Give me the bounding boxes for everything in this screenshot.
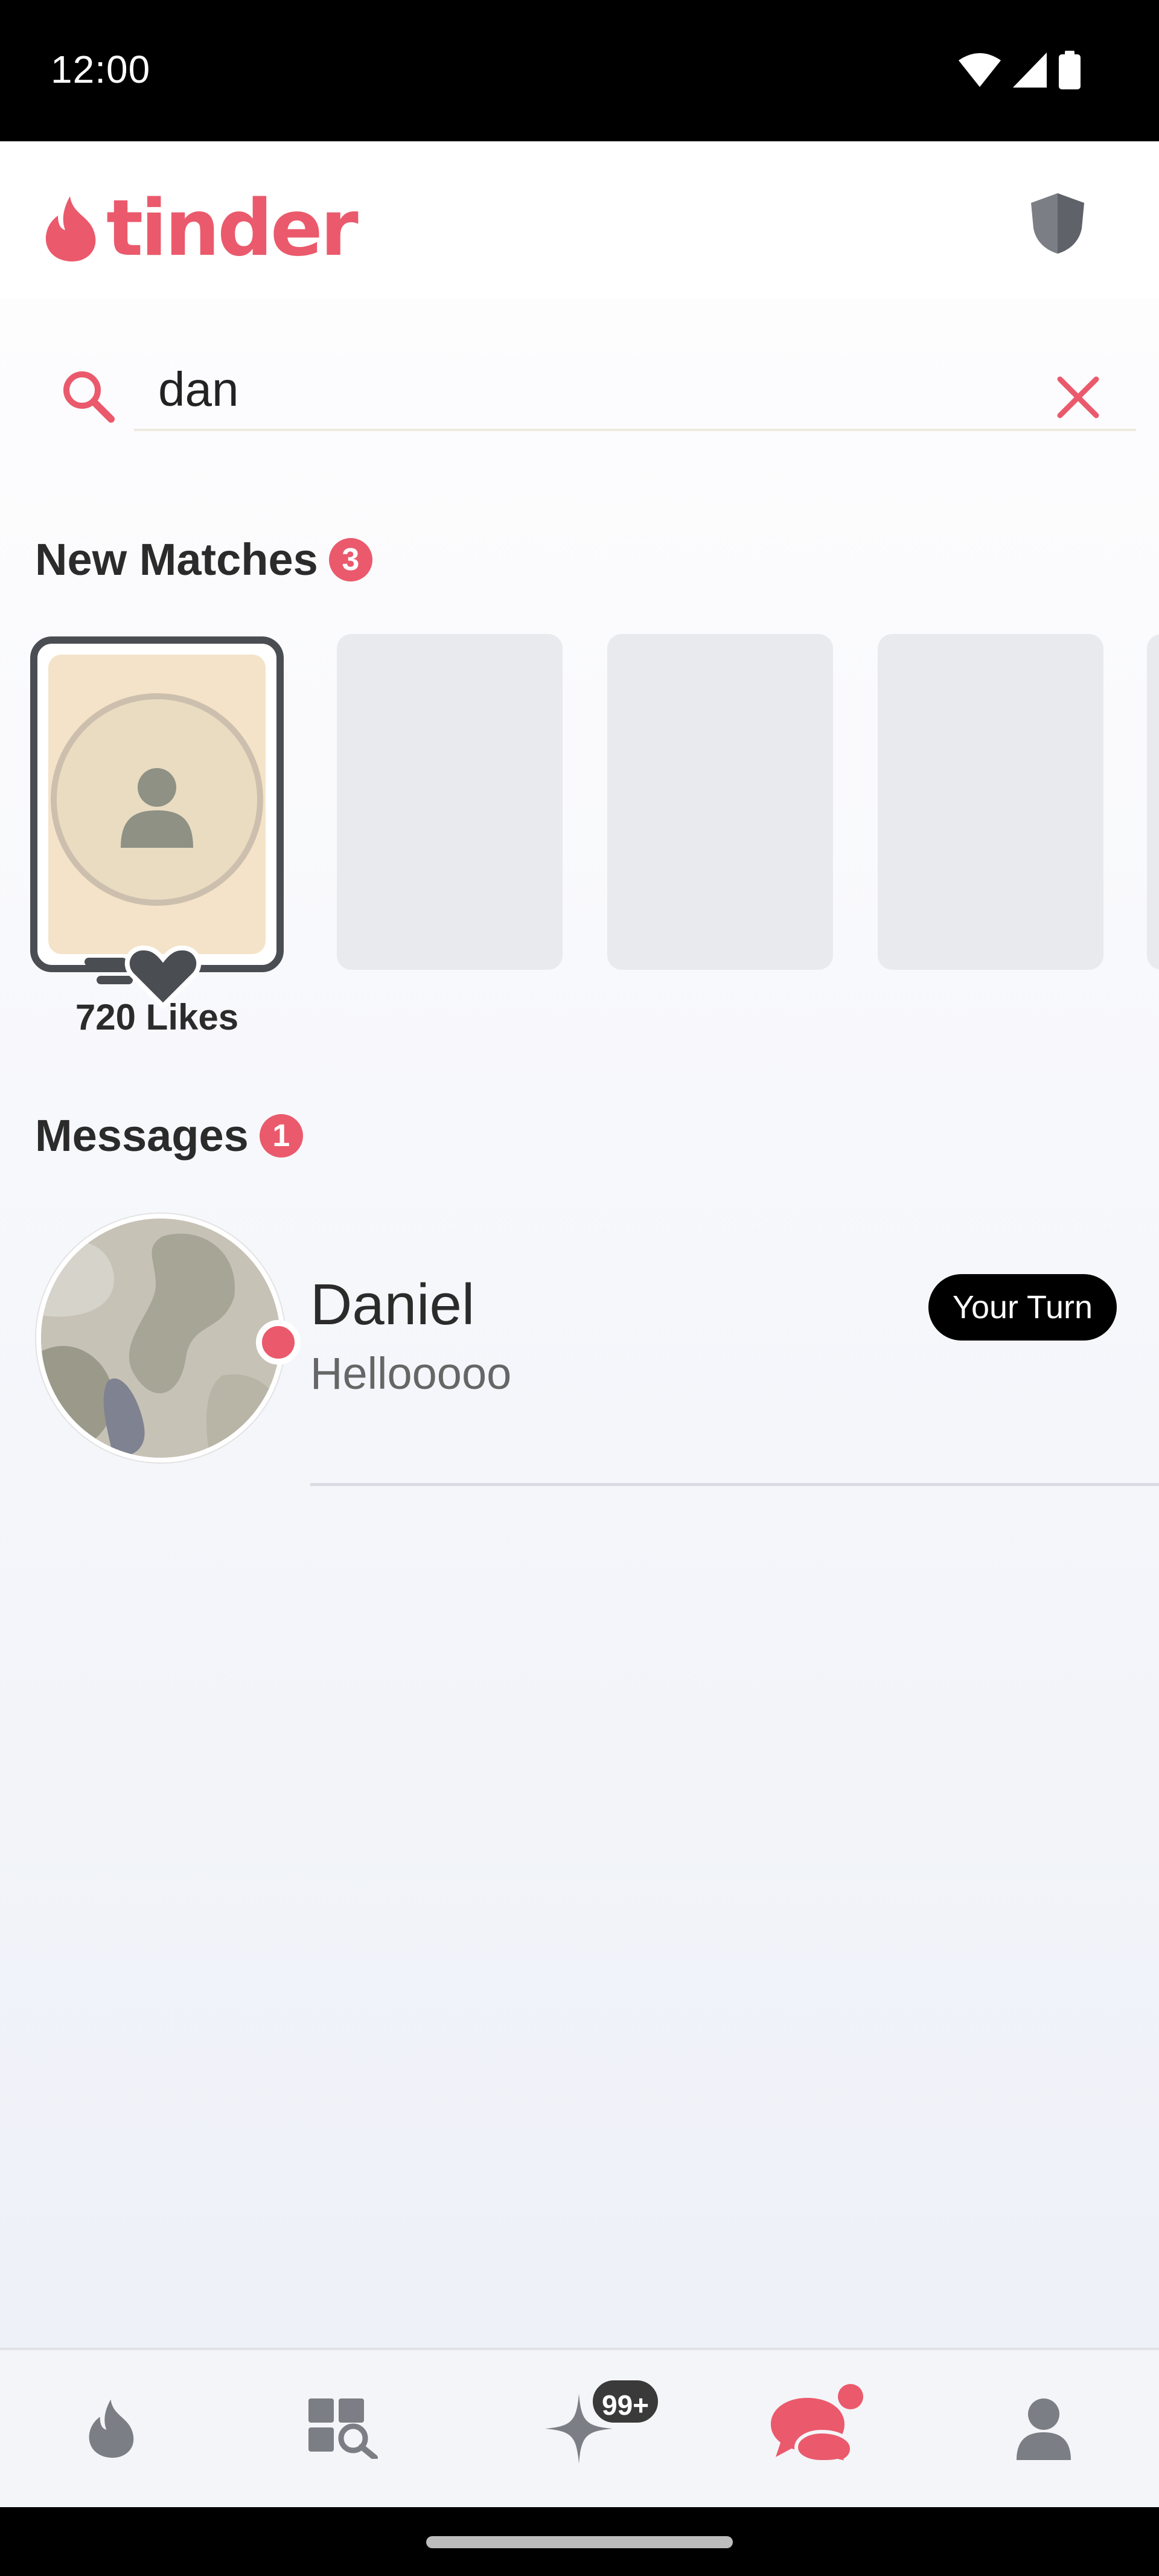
match-card-placeholder[interactable] (337, 634, 563, 970)
new-matches-heading: New Matches 3 (35, 534, 372, 585)
match-card-placeholder[interactable] (1147, 634, 1159, 970)
status-bar: 12:00 (0, 0, 1159, 141)
search-input[interactable] (134, 350, 1136, 431)
gold-count-badge: 99+ (589, 2377, 662, 2426)
new-matches-title: New Matches (35, 534, 318, 585)
system-gesture-bar (0, 2507, 1159, 2576)
messages-count-badge: 1 (259, 1113, 303, 1158)
match-card-placeholder[interactable] (607, 634, 833, 970)
likes-count-label: 720 Likes (75, 997, 239, 1037)
signal-icon (1013, 53, 1047, 88)
flame-icon (45, 196, 96, 261)
search-bar (0, 326, 1159, 471)
search-icon (63, 371, 115, 423)
bottom-nav: 99+ (0, 2348, 1159, 2507)
message-preview: Hellooooo (310, 1348, 512, 1399)
home-indicator[interactable] (426, 2536, 733, 2548)
nav-explore[interactable] (286, 2380, 401, 2477)
flame-icon (89, 2399, 134, 2458)
messages-heading: Messages 1 (35, 1110, 303, 1161)
likes-card[interactable] (30, 636, 284, 972)
shield-icon[interactable] (1029, 192, 1087, 255)
nav-profile[interactable] (986, 2380, 1101, 2477)
your-turn-badge: Your Turn (928, 1274, 1117, 1341)
explore-grid-icon (308, 2398, 378, 2459)
divider (310, 1483, 1159, 1486)
logo-text: tinder (106, 184, 359, 274)
tinder-logo[interactable]: tinder (43, 184, 359, 274)
status-time: 12:00 (51, 48, 151, 91)
likes-card-image (48, 655, 266, 954)
person-icon (121, 768, 193, 848)
match-card-placeholder[interactable] (878, 634, 1103, 970)
clear-search-icon[interactable] (1055, 374, 1101, 420)
online-status-dot (256, 1320, 301, 1365)
app-header: tinder (0, 141, 1159, 298)
contact-name: Daniel (310, 1272, 475, 1337)
message-list-item[interactable]: Daniel Hellooooo Your Turn (0, 1214, 1159, 1491)
unread-dot (838, 2384, 863, 2409)
new-matches-carousel[interactable]: 720 Likes (0, 634, 1159, 1045)
messages-title: Messages (35, 1110, 249, 1161)
blurred-photo (41, 1219, 280, 1458)
nav-discover[interactable] (56, 2380, 170, 2477)
new-matches-count-badge: 3 (328, 537, 372, 582)
battery-icon (1059, 51, 1081, 89)
profile-icon (1017, 2398, 1071, 2460)
blurred-avatar (51, 693, 263, 906)
wifi-icon (959, 53, 1001, 87)
status-icons (959, 51, 1081, 89)
avatar[interactable] (36, 1214, 285, 1463)
